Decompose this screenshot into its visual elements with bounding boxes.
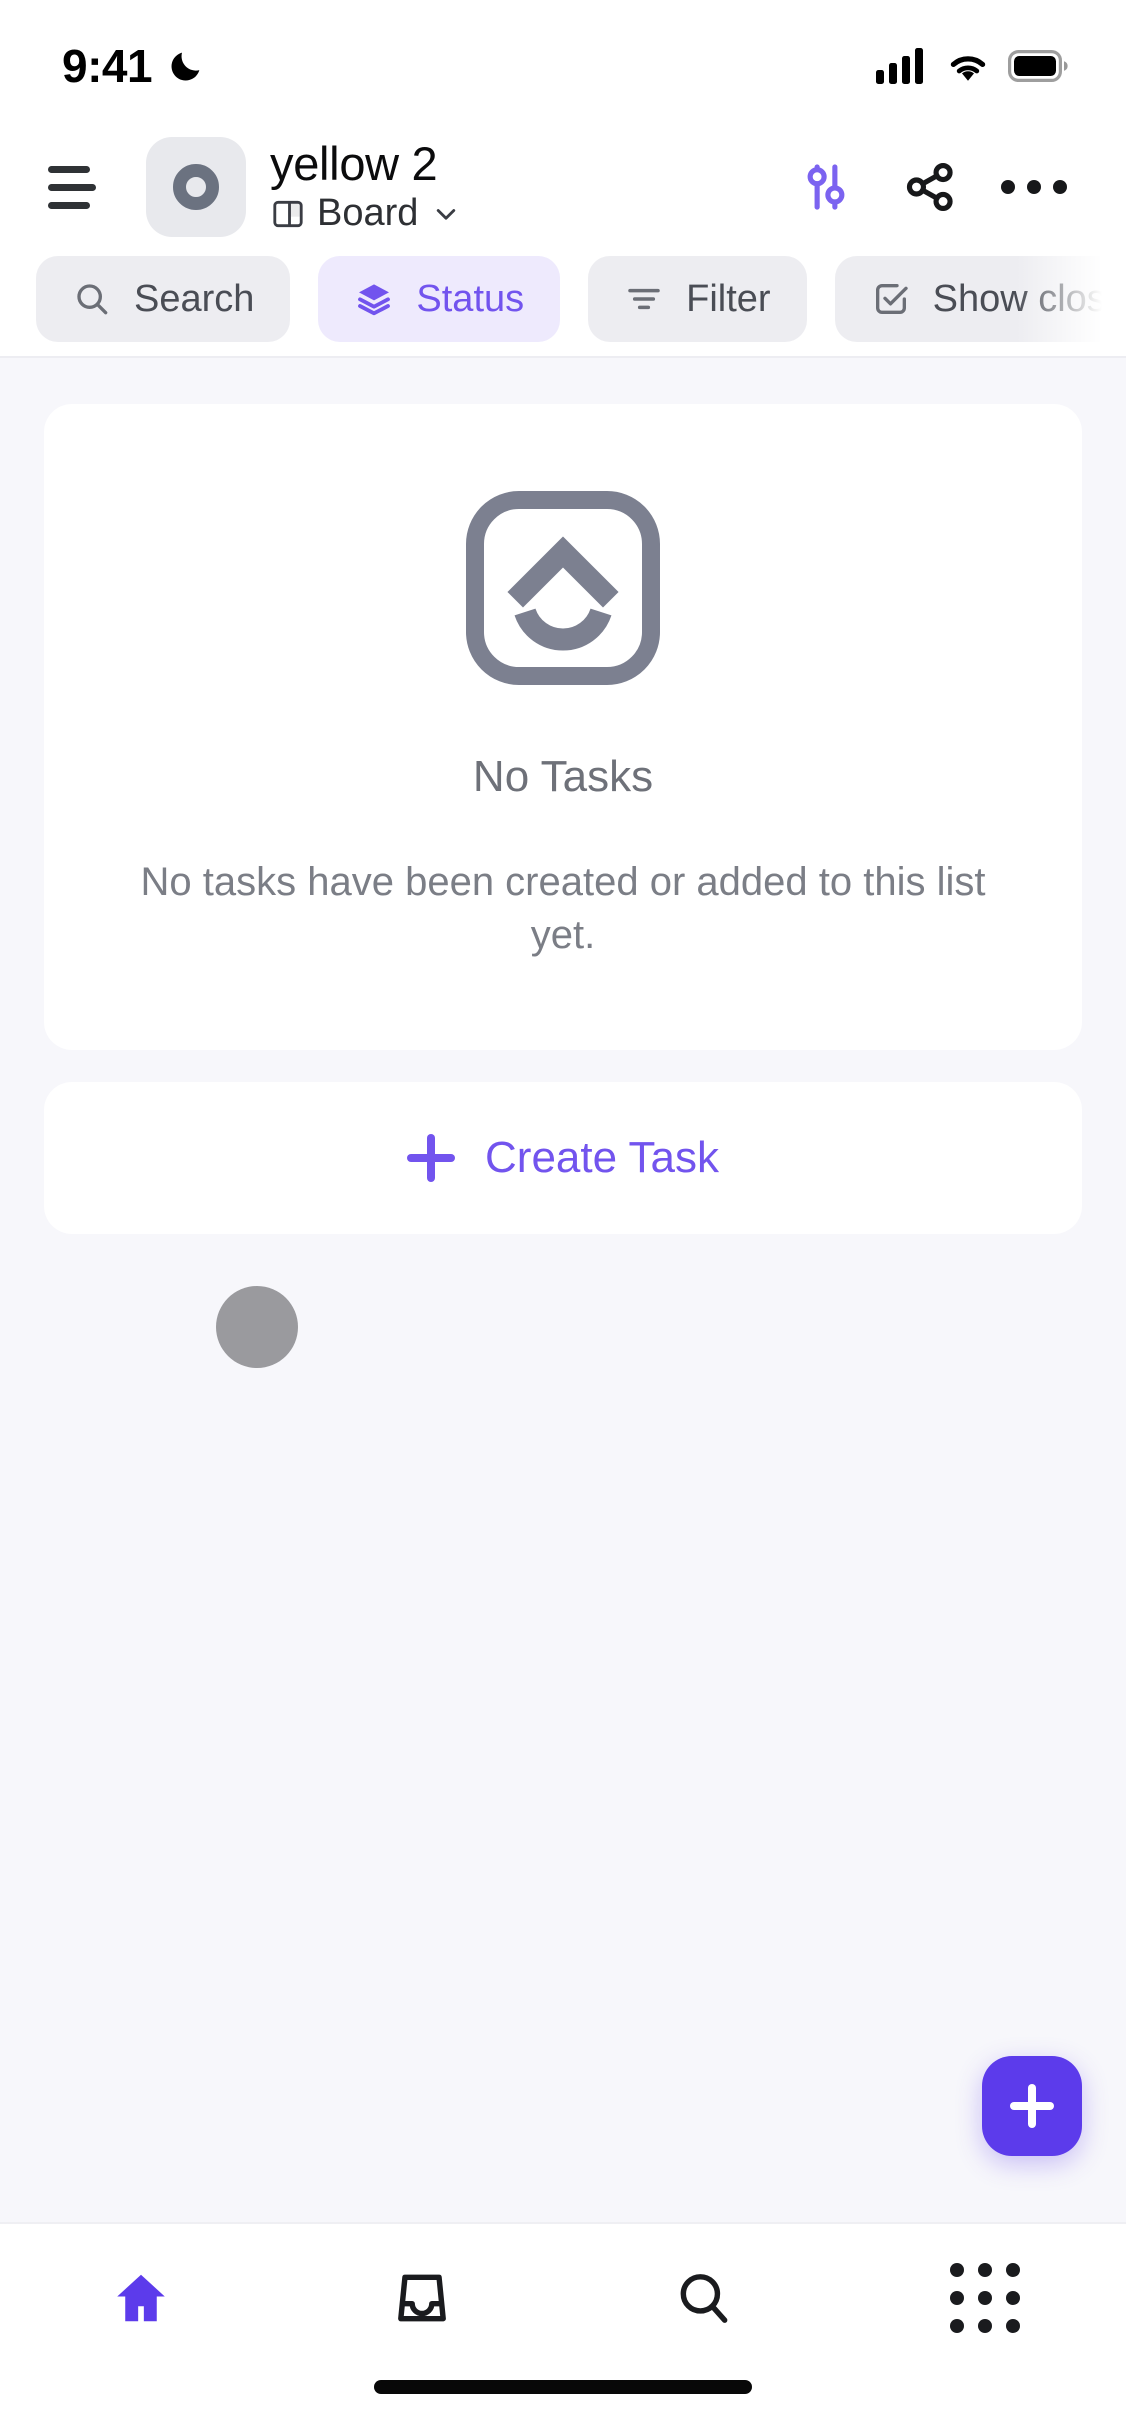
home-icon [116,2274,165,2322]
empty-state-description: No tasks have been created or added to t… [140,860,986,958]
nav-item-inbox[interactable] [282,2224,564,2372]
search-chip[interactable]: Search [36,256,291,342]
app-header: yellow 2 Board [0,132,1126,242]
filter-chip[interactable]: Filter [588,256,807,342]
view-label: Board [317,192,419,235]
moon-icon [171,52,200,81]
nav-item-search[interactable] [563,2224,845,2372]
filter-chip-label: Filter [686,277,771,320]
nav-item-apps[interactable] [845,2224,1126,2372]
empty-state-card: No Tasks No tasks have been created or a… [44,404,1082,1051]
cellular-signal-icon [876,48,923,84]
share-icon[interactable] [878,141,982,233]
assignee-avatar-dot[interactable] [216,1286,298,1368]
wifi-icon [950,56,986,81]
page-title: yellow 2 [270,136,438,190]
header-actions [774,141,1086,233]
status-bar-left: 9:41 [62,39,206,93]
home-indicator[interactable] [374,2380,752,2394]
apps-grid-icon [950,2263,1021,2333]
inbox-icon [398,2274,447,2322]
status-chip[interactable]: Status [318,256,561,342]
filter-icon [628,288,660,310]
create-task-label: Create Task [485,1133,719,1183]
board-view-icon [273,200,303,228]
bottom-navigation [0,2222,1126,2372]
show-closed-chip[interactable]: Show closed [834,256,1126,342]
search-icon [77,284,108,315]
search-icon [680,2274,728,2323]
sliders-icon[interactable] [774,141,878,233]
main-content: No Tasks No tasks have been created or a… [0,358,1126,2222]
empty-state-title: No Tasks [472,752,654,801]
header-title-block: yellow 2 Board [270,136,774,236]
view-selector[interactable]: Board [270,192,774,235]
status-chip-label: Status [416,277,525,320]
filter-bar: Search Status Filter Show close [0,242,1126,358]
check-square-icon [875,284,908,314]
workspace-ring-icon[interactable] [146,137,246,237]
plus-icon [1010,2084,1054,2128]
home-indicator-area [0,2372,1126,2436]
status-bar: 9:41 [0,0,1126,132]
show-closed-chip-label: Show closed [932,277,1126,320]
add-task-fab[interactable] [982,2056,1082,2156]
create-task-button[interactable]: Create Task [44,1082,1082,1235]
status-bar-right [876,48,1068,84]
battery-full-icon [1008,50,1068,82]
chevron-down-icon [437,208,456,220]
layers-icon [358,284,391,316]
nav-item-home[interactable] [0,2224,282,2372]
filter-chip-scroller[interactable]: Search Status Filter Show close [0,242,1126,356]
clickup-logo-icon [466,491,660,685]
hamburger-menu-icon[interactable] [48,156,110,218]
plus-icon [407,1134,455,1182]
status-bar-time: 9:41 [62,40,153,92]
search-chip-label: Search [134,277,255,320]
phone-screen: 9:41 yellow 2 Board Search Status Filter… [0,0,1126,2436]
more-horizontal-icon[interactable] [982,141,1086,233]
